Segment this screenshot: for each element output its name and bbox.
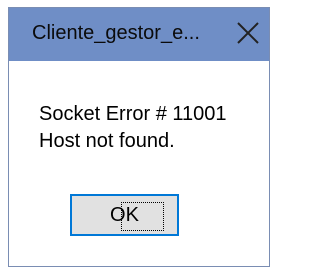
dialog-titlebar[interactable]: Cliente_gestor_e... [9, 8, 269, 61]
error-message: Socket Error # 11001 Host not found. [39, 101, 227, 155]
error-message-line1: Socket Error # 11001 [39, 103, 227, 125]
error-message-line2: Host not found. [39, 130, 175, 152]
close-button[interactable] [233, 17, 265, 49]
ok-button-label: OK [110, 204, 139, 226]
ok-button[interactable]: OK [70, 194, 179, 236]
dialog-title: Cliente_gestor_e... [32, 22, 200, 44]
close-icon [237, 22, 259, 44]
error-dialog: Cliente_gestor_e... Socket Error # 11001… [8, 7, 270, 267]
